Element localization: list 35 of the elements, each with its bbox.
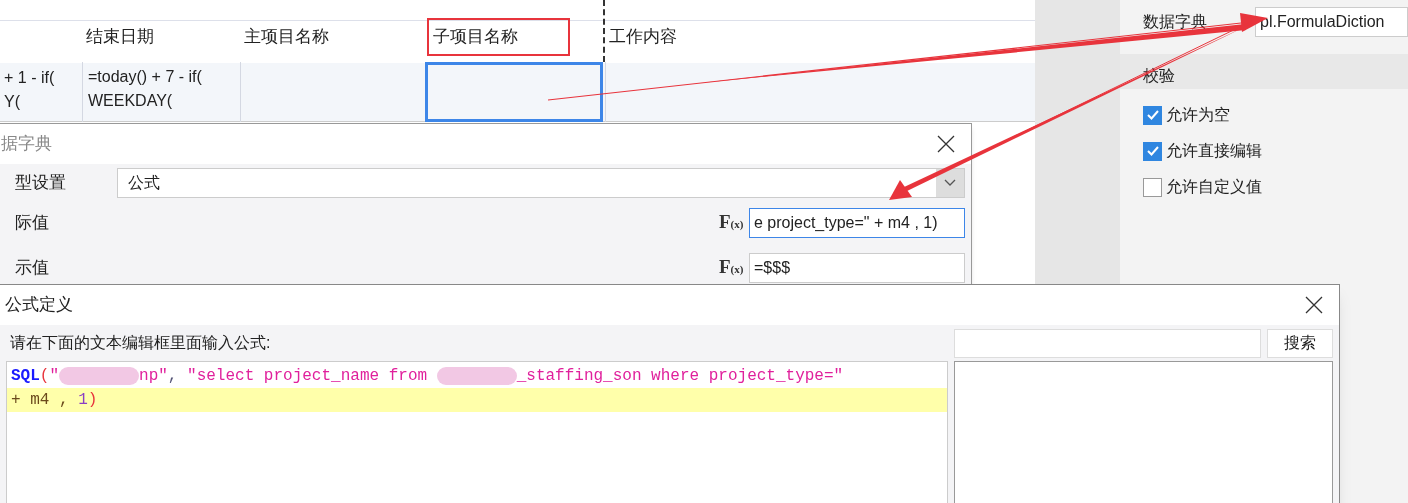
search-button[interactable]: 搜索 <box>1267 328 1333 358</box>
checkbox[interactable] <box>1143 177 1162 197</box>
checkbox[interactable] <box>1143 141 1162 161</box>
dictionary-field[interactable]: pl.FormulaDiction <box>1255 7 1408 37</box>
close-icon[interactable] <box>937 135 955 153</box>
value-field[interactable]: =$$$ <box>749 252 965 283</box>
search-field[interactable] <box>954 328 1261 358</box>
formula-editor[interactable]: SQL(" np", "select project_name from _staffing_son where project_type=" + m4 , 1) <box>6 361 948 503</box>
column-header[interactable]: 主项目名称 <box>240 20 333 54</box>
checkmark-icon <box>1145 108 1160 122</box>
formula-button[interactable]: F(x) <box>719 253 749 282</box>
checkbox-label: 允许为空 <box>1166 105 1230 125</box>
close-icon[interactable] <box>1305 296 1323 314</box>
table-cell[interactable]: =today() + 7 - if( WEEKDAY( <box>82 62 236 122</box>
dialog-title: 据字典 <box>1 133 52 156</box>
column-header[interactable]: 结束日期 <box>82 20 158 54</box>
column-header[interactable]: 工作内容 <box>605 20 681 54</box>
code-line: SQL(" np", "select project_name from _staffing_son where project_type=" <box>10 366 845 387</box>
field-label: 示值 <box>15 256 50 279</box>
chevron-down-icon <box>944 179 956 187</box>
prompt-text: 请在下面的文本编辑框里面输入公式: <box>9 333 272 353</box>
table-cell[interactable] <box>425 62 603 122</box>
field-label: 数据字典 <box>1143 12 1208 32</box>
checkmark-icon <box>1145 144 1160 158</box>
checkbox-label: 允许自定义值 <box>1166 177 1262 197</box>
type-select[interactable]: 公式 <box>117 168 965 198</box>
field-label: 际值 <box>15 211 50 234</box>
field-label: 型设置 <box>15 172 67 195</box>
formula-button[interactable]: F(x) <box>719 208 749 237</box>
column-header[interactable]: 子项目名称 <box>427 18 570 56</box>
dialog-title: 公式定义 <box>5 294 73 317</box>
table-cell-text: + 1 - if( Y( <box>4 68 56 112</box>
checkbox[interactable] <box>1143 105 1162 125</box>
checkbox-label: 允许直接编辑 <box>1166 141 1262 161</box>
value-field[interactable]: e project_type=" + m4 , 1) <box>749 207 965 238</box>
